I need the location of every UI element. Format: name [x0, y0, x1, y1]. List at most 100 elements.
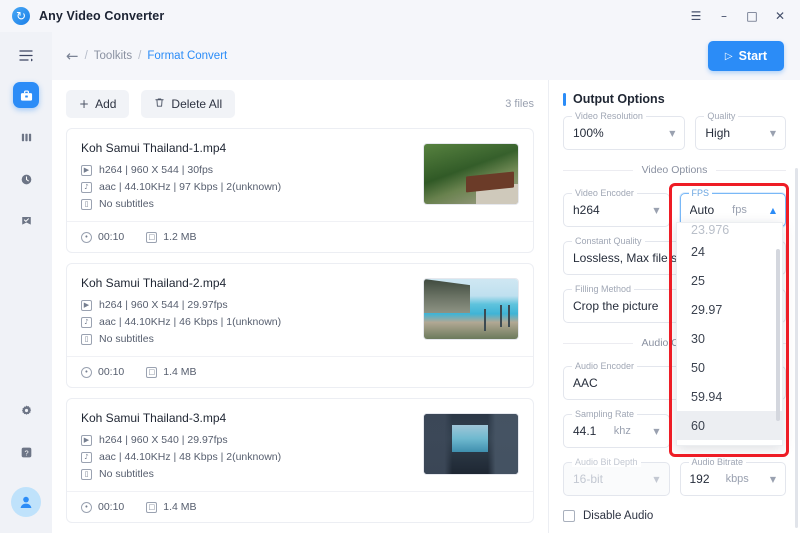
video-options-section-label: Video Options [563, 164, 786, 176]
file-card-bottom: • 00:10 □ 1.2 MB [67, 222, 533, 252]
start-button[interactable]: ▷ Start [708, 41, 784, 71]
sidebar-item-toolkits[interactable] [0, 74, 52, 116]
app-window: Any Video Converter ☰ – □ ✕ [0, 0, 800, 533]
sidebar-item-tasks[interactable] [0, 200, 52, 242]
quality-select[interactable]: Quality High ▼ [695, 111, 786, 150]
audio-bit-depth-label: Audio Bit Depth [572, 457, 641, 467]
file-video-text: h264 | 960 X 544 | 29.97fps [99, 299, 228, 311]
sidebar-item-library[interactable] [0, 116, 52, 158]
file-thumbnail[interactable] [423, 143, 519, 205]
audio-icon: ♪ [81, 451, 92, 463]
audio-icon: ♪ [81, 316, 92, 328]
window-controls: ☰ – □ ✕ [682, 0, 800, 32]
minimize-icon[interactable]: – [710, 0, 738, 32]
menu-collapse-icon[interactable] [0, 38, 52, 72]
file-toolbar: + Add Delete All 3 files [52, 80, 548, 128]
delete-all-button[interactable]: Delete All [141, 90, 236, 118]
play-triangle-icon: ▷ [724, 50, 733, 62]
dropdown-scrollbar[interactable] [776, 249, 780, 421]
chevron-down-icon: ▼ [769, 128, 776, 138]
sampling-rate-select[interactable]: Sampling Rate 44.1 khz ▼ [563, 409, 670, 448]
sidebar-item-history[interactable] [0, 158, 52, 200]
audio-bit-depth-select: Audio Bit Depth 16-bit ▼ [563, 457, 670, 496]
maximize-icon[interactable]: □ [738, 0, 766, 32]
plus-icon: + [79, 97, 90, 111]
chevron-down-icon: ▼ [669, 128, 676, 138]
video-encoder-label: Video Encoder [572, 188, 637, 198]
dropdown-item-30[interactable]: 30 [677, 324, 782, 353]
accent-bar [563, 92, 566, 106]
file-duration-group: • 00:10 [81, 501, 124, 513]
video-icon: ▶ [81, 299, 92, 311]
file-subtitle-text: No subtitles [99, 333, 154, 345]
audio-bitrate-value: 192 [689, 472, 710, 486]
filling-method-value: Crop the picture [573, 299, 659, 313]
dropdown-item-60[interactable]: 60 [677, 411, 782, 440]
file-duration: 00:10 [98, 231, 125, 243]
sampling-rate-unit: khz [613, 425, 631, 437]
sidebar-bottom-group: ? [0, 389, 52, 517]
file-card[interactable]: Koh Samui Thailand-2.mp4 ▶ h264 | 960 X … [66, 263, 534, 388]
chevron-up-icon: ▲ [769, 205, 776, 215]
dropdown-item-29-97[interactable]: 29.97 [677, 295, 782, 324]
file-audio-text: aac | 44.10KHz | 48 Kbps | 2(unknown) [99, 451, 282, 463]
video-resolution-select[interactable]: Video Resolution 100% ▼ [563, 111, 686, 150]
breadcrumb-separator-2: / [138, 50, 142, 62]
clock-icon: • [81, 366, 92, 378]
file-thumbnail[interactable] [423, 278, 519, 340]
breadcrumb-bar: ← / Toolkits / Format Convert ▷ Start [52, 32, 800, 80]
avatar[interactable] [11, 487, 41, 517]
constant-quality-label: Constant Quality [572, 236, 645, 246]
file-duration: 00:10 [98, 501, 125, 513]
dropdown-item-24[interactable]: 24 [677, 237, 782, 266]
clock-icon: • [81, 231, 92, 243]
title-bar: Any Video Converter ☰ – □ ✕ [0, 0, 800, 32]
file-size: 1.4 MB [163, 366, 197, 378]
file-card[interactable]: Koh Samui Thailand-1.mp4 ▶ h264 | 960 X … [66, 128, 534, 253]
sidebar-item-settings[interactable] [0, 389, 52, 431]
fps-dropdown-list[interactable]: 23.976 24 25 29.97 30 50 59.94 60 [676, 222, 783, 446]
breadcrumb-separator-1: / [84, 50, 88, 62]
audio-bitrate-unit: kbps [725, 473, 749, 485]
dropdown-item-50[interactable]: 50 [677, 353, 782, 382]
file-size-group: □ 1.4 MB [146, 366, 197, 378]
gear-icon [13, 397, 39, 423]
video-resolution-label: Video Resolution [572, 111, 646, 121]
video-icon: ▶ [81, 434, 92, 446]
toolbox-icon [13, 82, 39, 108]
menu-icon[interactable]: ☰ [682, 0, 710, 32]
dropdown-item-25[interactable]: 25 [677, 266, 782, 295]
trash-icon [154, 97, 165, 111]
file-subtitle-text: No subtitles [99, 198, 154, 210]
fps-unit: fps [732, 204, 747, 216]
fps-value: Auto [689, 203, 715, 217]
clock-icon: • [81, 501, 92, 513]
close-icon[interactable]: ✕ [766, 0, 794, 32]
chevron-down-icon: ▼ [653, 205, 660, 215]
disable-audio-checkbox[interactable] [563, 510, 575, 522]
file-list: Koh Samui Thailand-1.mp4 ▶ h264 | 960 X … [52, 128, 548, 523]
dropdown-item-59-94[interactable]: 59.94 [677, 382, 782, 411]
disable-audio-row[interactable]: Disable Audio [563, 510, 786, 522]
video-encoder-select[interactable]: Video Encoder h264 ▼ [563, 188, 670, 227]
file-list-panel: + Add Delete All 3 files Koh Samui Thail… [52, 80, 548, 533]
add-button[interactable]: + Add [66, 90, 130, 118]
dropdown-item-clipped[interactable]: 23.976 [677, 223, 782, 237]
video-encoder-value: h264 [573, 203, 600, 217]
sidebar-item-help[interactable]: ? [0, 431, 52, 473]
video-icon: ▶ [81, 164, 92, 176]
file-thumbnail[interactable] [423, 413, 519, 475]
file-subtitle-text: No subtitles [99, 468, 154, 480]
back-arrow-icon[interactable]: ← [66, 47, 79, 65]
audio-bitrate-select[interactable]: Audio Bitrate 192 kbps ▼ [679, 457, 786, 496]
help-icon: ? [13, 439, 39, 465]
breadcrumb-toolkits[interactable]: Toolkits [94, 50, 132, 62]
sampling-rate-value: 44.1 [573, 424, 597, 438]
file-size-group: □ 1.2 MB [146, 231, 197, 243]
breadcrumb-format-convert[interactable]: Format Convert [147, 50, 227, 62]
file-card[interactable]: Koh Samui Thailand-3.mp4 ▶ h264 | 960 X … [66, 398, 534, 523]
audio-encoder-value: AAC [573, 376, 598, 390]
panel-scrollbar[interactable] [795, 168, 798, 528]
audio-encoder-label: Audio Encoder [572, 361, 638, 371]
sidebar-rail: ? [0, 32, 52, 533]
